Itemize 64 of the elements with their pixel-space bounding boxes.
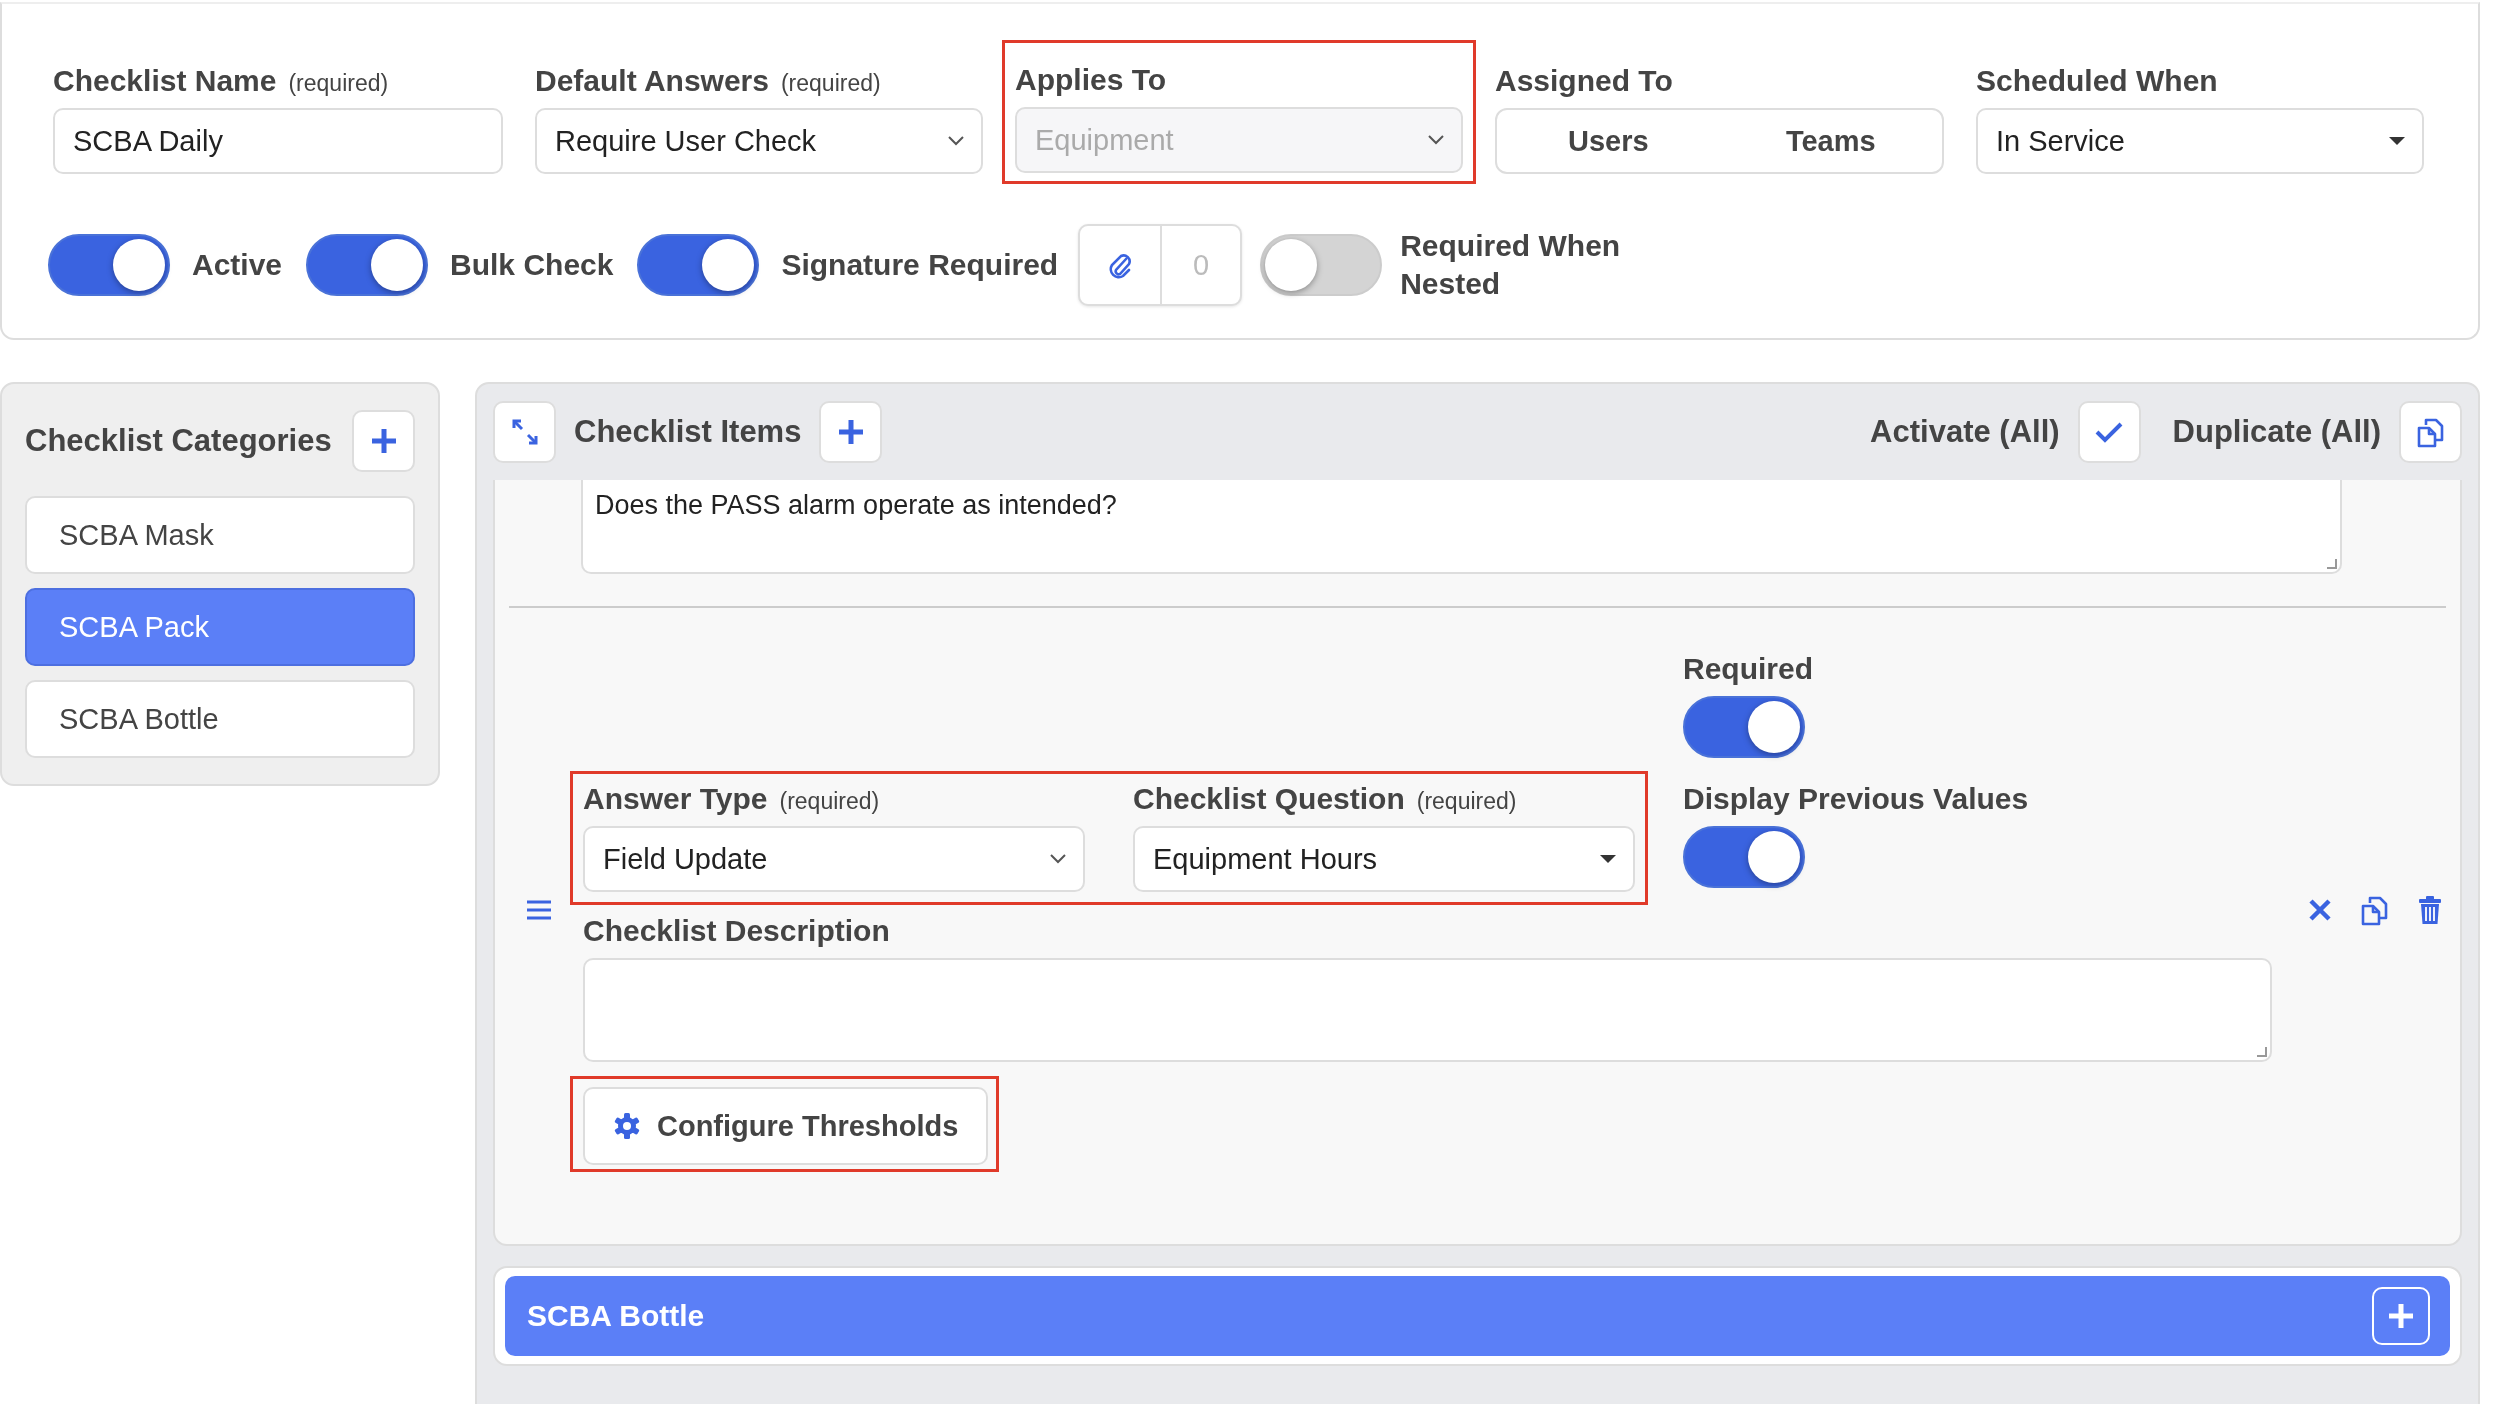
field-label: Assigned To <box>1495 64 1673 98</box>
field-label: Default Answers <box>535 64 769 98</box>
toggle-switch[interactable] <box>1683 826 1805 888</box>
segment-option[interactable]: Users <box>1497 110 1720 172</box>
attachment-count: 0 <box>1160 226 1241 304</box>
toggle-label: Display Previous Values <box>1683 782 2029 816</box>
text-field[interactable]: SCBA Daily <box>53 108 503 174</box>
toggle-switch[interactable] <box>1260 234 1383 296</box>
activate-all-button[interactable] <box>2077 401 2141 463</box>
toggle-label: Required When Nested <box>1400 228 1622 302</box>
field-label: Scheduled When <box>1976 64 2218 98</box>
panel-title: Checklist Categories <box>25 423 332 459</box>
field-label: Applies To <box>1015 63 1167 97</box>
chevron-icon <box>1427 134 1445 146</box>
close-icon <box>2308 898 2332 922</box>
copy-icon <box>2360 894 2390 926</box>
required-note: (required) <box>780 70 881 97</box>
field-label: Checklist Description <box>583 914 890 948</box>
plus-icon <box>369 427 398 455</box>
category-title: SCBA Bottle <box>527 1299 705 1333</box>
menu-icon <box>526 899 552 921</box>
duplicate-all-label: Duplicate (All) <box>2172 414 2381 450</box>
field-label: Answer Type <box>583 782 768 816</box>
category-item[interactable]: SCBA Pack <box>25 588 415 666</box>
gear-icon <box>613 1112 641 1140</box>
segment-option[interactable]: Teams <box>1719 110 1942 172</box>
activate-all-label: Activate (All) <box>1870 414 2060 450</box>
toggle-switch[interactable] <box>306 234 429 296</box>
toggle-switch[interactable] <box>48 234 170 296</box>
category-item[interactable]: SCBA Bottle <box>25 680 415 758</box>
toggle-switch[interactable] <box>1683 696 1805 758</box>
plus-icon <box>836 418 865 446</box>
category-bar[interactable]: SCBA Bottle <box>505 1276 2450 1356</box>
select-field[interactable]: Require User Check <box>535 108 983 174</box>
description-textarea[interactable]: Does the PASS alarm operate as intended? <box>581 480 2342 574</box>
dropdown-field[interactable]: In Service <box>1976 108 2424 174</box>
toggle-label: Bulk Check <box>450 248 614 282</box>
category-item[interactable]: SCBA Mask <box>25 496 415 574</box>
check-icon <box>2094 420 2125 444</box>
select-field[interactable]: Field Update <box>583 826 1085 892</box>
toggle-label: Signature Required <box>781 248 1059 282</box>
panel-title: Checklist Items <box>574 414 802 450</box>
dropdown-field[interactable]: Equipment Hours <box>1133 826 1635 892</box>
add-category-button[interactable] <box>352 410 415 472</box>
caret-icon <box>2388 136 2406 146</box>
chevron-icon <box>1049 853 1067 865</box>
field-label: Checklist Name <box>53 64 277 98</box>
chevron-icon <box>947 135 965 147</box>
duplicate-all-button[interactable] <box>2399 401 2462 463</box>
toggle-label: Required <box>1683 652 1815 686</box>
add-button[interactable] <box>2372 1287 2430 1345</box>
trash-icon <box>2418 895 2442 925</box>
copy-icon <box>2415 416 2446 448</box>
required-note: (required) <box>779 788 880 815</box>
expand-button[interactable] <box>493 401 556 463</box>
required-note: (required) <box>1416 788 1517 815</box>
toggle-label: Active <box>192 248 283 282</box>
configure-thresholds-button[interactable]: Configure Thresholds <box>583 1087 989 1165</box>
add-item-button[interactable] <box>819 401 883 463</box>
required-note: (required) <box>288 70 389 97</box>
toggle-switch[interactable] <box>637 234 760 296</box>
field-label: Checklist Question <box>1133 782 1405 816</box>
plus-icon <box>2387 1302 2415 1330</box>
caret-icon <box>1599 854 1617 864</box>
